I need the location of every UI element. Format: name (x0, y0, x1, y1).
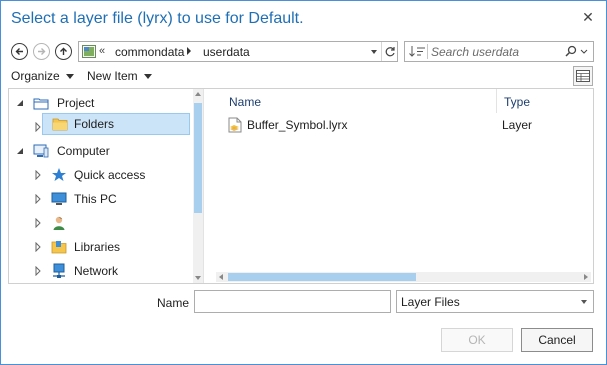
new-item-menu[interactable]: New Item (87, 69, 152, 83)
tree-label: Folders (74, 117, 115, 131)
organize-menu[interactable]: Organize (11, 69, 74, 83)
scroll-up-arrow-icon[interactable] (195, 92, 201, 96)
cancel-button[interactable]: Cancel (521, 328, 593, 352)
close-icon[interactable]: ✕ (580, 9, 596, 25)
collapsed-arrow-icon[interactable] (33, 266, 43, 276)
new-item-label: New Item (87, 69, 138, 83)
name-field[interactable] (194, 290, 391, 313)
chevron-down-icon (143, 74, 152, 80)
tree-item-quick-access[interactable]: Quick access (9, 164, 193, 186)
tree-label: This PC (74, 192, 117, 206)
scrollbar-thumb[interactable] (228, 273, 416, 281)
file-name: Buffer_Symbol.lyrx (247, 118, 348, 132)
column-divider[interactable] (496, 89, 497, 113)
folder-location-icon (82, 45, 96, 58)
navigation-tree: Project Folders Computer Quick access Th… (9, 89, 193, 283)
user-icon (53, 216, 65, 230)
monitor-icon (51, 192, 67, 205)
tree-item-user[interactable] (9, 212, 193, 234)
chevron-down-icon (581, 300, 587, 304)
file-list: Name Type Buffer_Symbol.lyrx Layer (208, 89, 593, 283)
search-input[interactable] (431, 43, 561, 60)
search-box (404, 41, 594, 62)
file-row[interactable]: Buffer_Symbol.lyrx Layer (222, 114, 582, 136)
expanded-arrow-icon[interactable] (15, 98, 25, 108)
search-icon (565, 45, 588, 57)
layer-file-icon (228, 117, 242, 133)
view-options-button[interactable] (573, 66, 593, 86)
sort-icon[interactable] (408, 44, 428, 59)
organize-label: Organize (11, 69, 60, 83)
ok-button[interactable]: OK (441, 328, 513, 352)
tree-item-folders[interactable]: Folders (42, 113, 190, 135)
tree-label: Project (57, 96, 95, 110)
column-header-name[interactable]: Name (229, 92, 261, 112)
computer-icon (33, 144, 49, 158)
expanded-arrow-icon[interactable] (15, 146, 25, 156)
file-type-filter[interactable]: Layer Files (396, 290, 594, 313)
chevron-down-icon (371, 49, 377, 54)
collapsed-arrow-icon[interactable] (33, 122, 43, 132)
path-overflow[interactable]: « (99, 45, 105, 57)
up-arrow-icon[interactable] (55, 43, 72, 60)
refresh-button[interactable] (381, 42, 398, 61)
dialog-title: Select a layer file (lyrx) to use for De… (11, 10, 304, 27)
folder-icon (52, 118, 68, 131)
scroll-left-arrow-icon[interactable] (219, 274, 223, 280)
name-label: Name (157, 296, 190, 310)
tree-item-network[interactable]: Network (9, 260, 193, 282)
project-icon (33, 98, 49, 110)
refresh-icon (385, 46, 395, 56)
file-type: Layer (502, 118, 533, 132)
collapsed-arrow-icon[interactable] (33, 242, 43, 252)
collapsed-arrow-icon[interactable] (33, 170, 43, 180)
network-icon (53, 263, 65, 278)
tree-vertical-scrollbar[interactable] (193, 89, 203, 283)
collapsed-arrow-icon[interactable] (33, 218, 43, 228)
collapsed-arrow-icon[interactable] (33, 194, 43, 204)
libraries-icon (51, 241, 67, 254)
column-header-type[interactable]: Type (504, 92, 530, 112)
address-bar[interactable]: « commondata userdata (78, 41, 398, 62)
tree-item-this-pc[interactable]: This PC (9, 188, 193, 210)
breadcrumb-chevron-icon[interactable] (187, 47, 191, 55)
chevron-down-icon (65, 74, 74, 80)
forward-arrow-icon[interactable] (33, 43, 50, 60)
details-view-icon (576, 70, 590, 82)
tree-label: Computer (57, 144, 110, 158)
tree-label: Libraries (74, 240, 121, 254)
back-arrow-icon[interactable] (11, 43, 28, 60)
star-icon (52, 168, 66, 181)
file-type-filter-value: Layer Files (401, 295, 460, 309)
breadcrumb-commondata[interactable]: commondata (115, 45, 184, 59)
search-button[interactable] (563, 44, 591, 59)
files-horizontal-scrollbar[interactable] (216, 272, 591, 282)
tree-item-computer[interactable]: Computer (9, 140, 193, 162)
tree-item-libraries[interactable]: Libraries (9, 236, 193, 258)
tree-label: Quick access (74, 168, 146, 182)
select-layer-dialog: Select a layer file (lyrx) to use for De… (0, 0, 607, 365)
tree-item-project[interactable]: Project (9, 92, 193, 114)
scroll-right-arrow-icon[interactable] (584, 274, 588, 280)
tree-label: Network (74, 264, 119, 278)
path-dropdown-button[interactable] (367, 42, 381, 61)
scrollbar-thumb[interactable] (194, 103, 202, 213)
breadcrumb-userdata[interactable]: userdata (203, 45, 250, 59)
scroll-down-arrow-icon[interactable] (195, 276, 201, 280)
